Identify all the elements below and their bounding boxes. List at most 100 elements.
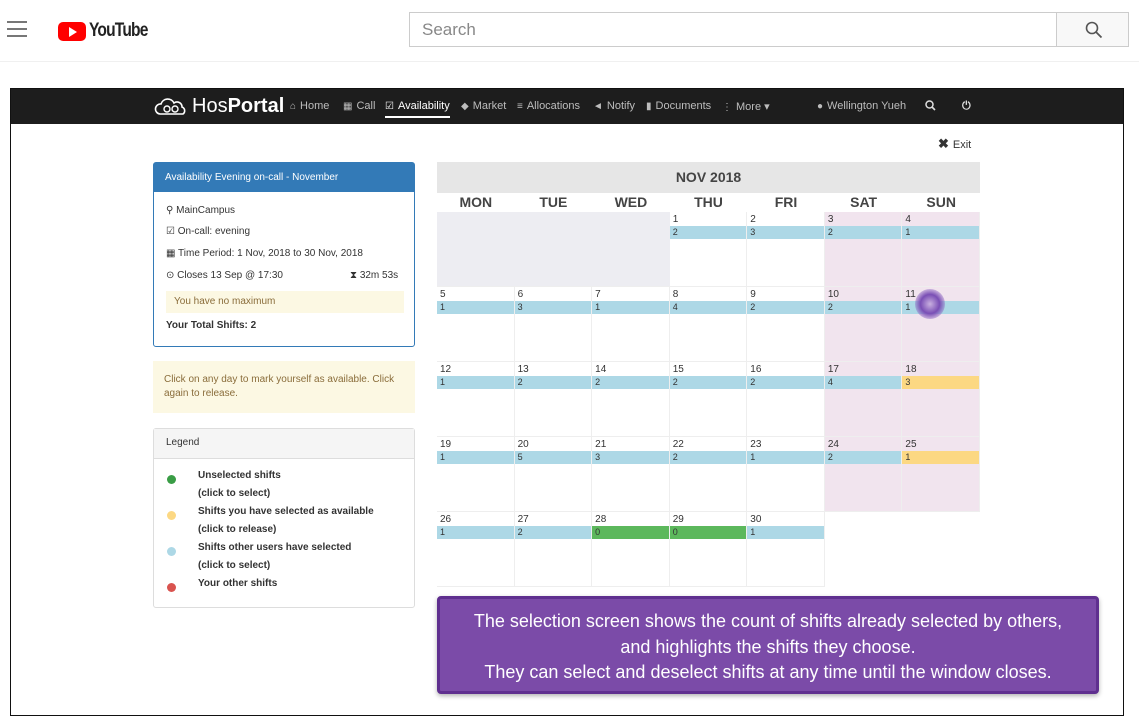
shift-count-bar[interactable]: 2 <box>824 301 902 314</box>
calendar-day-2[interactable]: 23 <box>747 212 825 287</box>
calendar-day-17[interactable]: 17 4 <box>824 362 903 437</box>
nav-market[interactable]: ◆ Market <box>461 100 506 112</box>
calendar-day-6[interactable]: 63 <box>514 287 593 362</box>
search-input[interactable]: Search <box>409 12 1057 47</box>
calendar-day-10[interactable]: 10 2 <box>824 287 903 362</box>
calendar-day-9[interactable]: 92 <box>747 287 825 362</box>
calendar-day-29[interactable]: 29 0 <box>669 512 748 587</box>
shift-count-bar[interactable]: 1 <box>902 226 979 239</box>
day-number: 18 <box>905 364 917 375</box>
calendar-day-25[interactable]: 25 1 <box>902 437 980 512</box>
calendar-day-3[interactable]: 32 <box>824 212 903 287</box>
shift-count-bar[interactable]: 5 <box>514 451 592 464</box>
calendar-day-24[interactable]: 24 2 <box>824 437 903 512</box>
calendar-day-28[interactable]: 28 0 <box>592 512 670 587</box>
calendar-icon: ▦ <box>343 101 353 112</box>
shift-count-bar[interactable]: 1 <box>437 301 514 314</box>
shift-count-bar[interactable]: 2 <box>669 451 747 464</box>
hosportal-logo[interactable]: Hos Portal <box>154 95 284 118</box>
clock-icon: ⊙ <box>166 270 178 281</box>
calendar-day-19[interactable]: 19 1 <box>437 437 515 512</box>
shift-count-bar[interactable]: 2 <box>514 526 592 539</box>
nav-user[interactable]: ● Wellington Yueh <box>817 100 906 112</box>
shift-count-bar[interactable]: 1 <box>902 451 979 464</box>
weekday-label: SAT <box>850 194 878 210</box>
calendar-day-7[interactable]: 71 <box>592 287 670 362</box>
shift-count-bar[interactable]: 2 <box>669 376 747 389</box>
shift-count-bar[interactable]: 2 <box>514 376 592 389</box>
day-number: 13 <box>517 364 529 375</box>
hamburger-menu-icon[interactable] <box>7 21 27 37</box>
calendar-blank-cell <box>824 512 903 587</box>
nav-notify[interactable]: ◄ Notify <box>593 100 635 112</box>
calendar-day-27[interactable]: 27 2 <box>514 512 593 587</box>
nav-availability[interactable]: ☑ Availability <box>385 100 450 118</box>
nav-allocations[interactable]: ≡ Allocations <box>517 100 580 112</box>
shift-count-bar[interactable]: 1 <box>747 526 824 539</box>
shift-count-bar[interactable]: 2 <box>824 451 902 464</box>
shift-count-bar[interactable]: 1 <box>437 376 514 389</box>
search-button[interactable] <box>1056 12 1129 47</box>
caption-line: They can select and deselect shifts at a… <box>484 662 1052 682</box>
shift-count-bar[interactable]: 2 <box>669 226 747 239</box>
calendar-day-4[interactable]: 41 <box>902 212 980 287</box>
calendar-day-15[interactable]: 15 2 <box>669 362 748 437</box>
shift-count-bar[interactable]: 2 <box>824 226 902 239</box>
nav-call[interactable]: ▦ Call <box>343 100 375 112</box>
shift-count-bar[interactable]: 3 <box>592 451 669 464</box>
caret-down-icon: ▾ <box>761 101 770 113</box>
nav-documents[interactable]: ▮ Documents <box>646 100 711 112</box>
map-marker-icon: ⚲ <box>166 205 177 216</box>
nav-more[interactable]: ⋮ More ▾ <box>722 100 770 113</box>
shift-count-bar[interactable]: 3 <box>514 301 592 314</box>
calendar-day-16[interactable]: 16 2 <box>747 362 825 437</box>
legend-line1: Your other shifts <box>198 578 278 589</box>
day-number: 15 <box>672 364 684 375</box>
calendar-day-30[interactable]: 30 1 <box>747 512 825 587</box>
calendar-day-13[interactable]: 13 2 <box>514 362 593 437</box>
day-number: 4 <box>905 214 911 225</box>
exit-button[interactable]: ✖ Exit <box>938 136 971 152</box>
nav-search-icon[interactable] <box>925 100 936 114</box>
calendar-day-26[interactable]: 26 1 <box>437 512 515 587</box>
shift-count-bar[interactable]: 4 <box>669 301 747 314</box>
calendar-day-8[interactable]: 84 <box>669 287 748 362</box>
caption-line: and highlights the shifts they choose. <box>620 636 916 657</box>
availability-panel: Availability Evening on-call - November … <box>153 162 415 347</box>
shift-count-bar[interactable]: 2 <box>592 376 669 389</box>
legend-item-others: Shifts other users have selected (click t… <box>198 539 351 575</box>
power-icon[interactable]: ⏻ <box>962 100 971 113</box>
shift-count-bar[interactable]: 0 <box>669 526 747 539</box>
shift-count-bar[interactable]: 2 <box>747 301 824 314</box>
calendar-day-1[interactable]: 12 <box>669 212 748 287</box>
youtube-header: YouTube Search <box>0 0 1139 62</box>
day-number: 17 <box>827 364 839 375</box>
day-number: 26 <box>440 514 452 525</box>
calendar-day-22[interactable]: 22 2 <box>669 437 748 512</box>
calendar-empty-cell <box>592 212 670 287</box>
shift-count-bar[interactable]: 3 <box>747 226 824 239</box>
calendar-day-20[interactable]: 20 5 <box>514 437 593 512</box>
day-number: 12 <box>440 364 452 375</box>
calendar-day-23[interactable]: 23 1 <box>747 437 825 512</box>
shift-count-bar[interactable]: 1 <box>437 451 514 464</box>
shift-count-bar[interactable]: 1 <box>437 526 514 539</box>
nav-home[interactable]: ⌂ Home <box>290 100 329 112</box>
calendar-empty-cell <box>514 212 593 287</box>
shift-count-bar[interactable]: 3 <box>902 376 979 389</box>
weekday-label: MON <box>459 194 493 210</box>
day-number: 24 <box>827 439 839 450</box>
shift-count-bar[interactable]: 2 <box>747 376 824 389</box>
shift-count-bar[interactable]: 0 <box>592 526 669 539</box>
calendar-day-18[interactable]: 18 3 <box>902 362 980 437</box>
weekday-label: SUN <box>926 194 956 210</box>
calendar-day-12[interactable]: 12 1 <box>437 362 515 437</box>
shift-count-bar[interactable]: 4 <box>824 376 902 389</box>
day-number: 1 <box>672 214 679 225</box>
calendar-day-14[interactable]: 14 2 <box>592 362 670 437</box>
calendar-day-21[interactable]: 21 3 <box>592 437 670 512</box>
shift-count-bar[interactable]: 1 <box>747 451 824 464</box>
calendar-day-5[interactable]: 51 <box>437 287 515 362</box>
shift-count-bar[interactable]: 1 <box>592 301 669 314</box>
youtube-logo[interactable]: YouTube <box>58 20 160 42</box>
